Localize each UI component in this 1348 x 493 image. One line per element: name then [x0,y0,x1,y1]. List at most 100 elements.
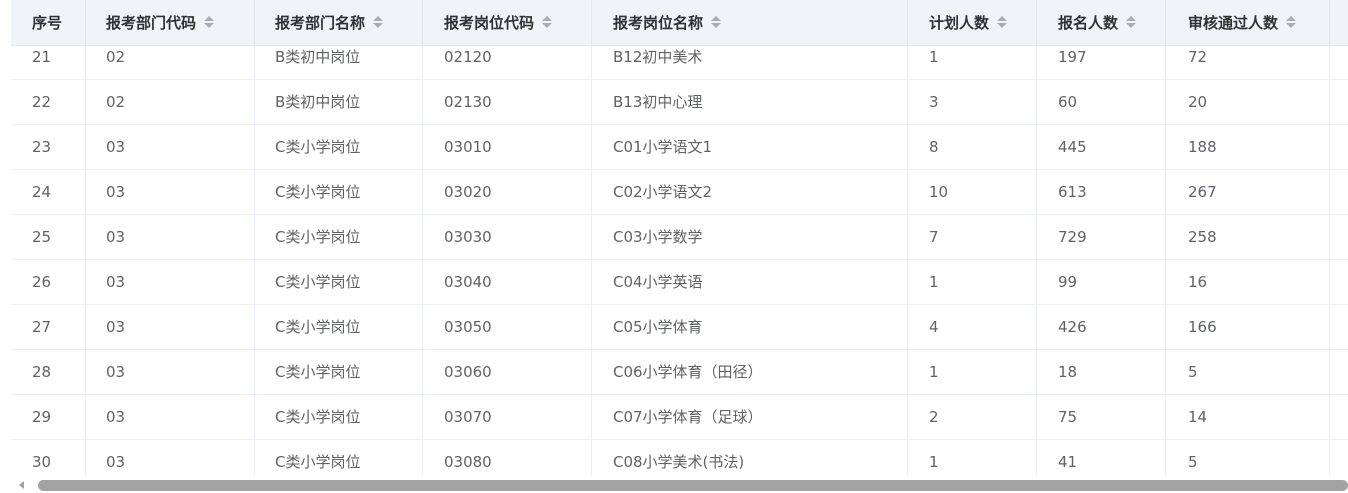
cell-extra [1330,215,1348,259]
sort-caret-icon[interactable] [711,15,722,29]
cell-applicants: 729 [1037,215,1166,259]
cell-dept-name: C类小学岗位 [255,440,423,476]
table-body: 21 02 B类初中岗位 02120 B12初中美术 1 197 72 22 02 B类初中岗位 02… [11,35,1348,476]
table-row[interactable]: 27 03 C类小学岗位 03050 C05小学体育 4 426 166 [11,305,1348,350]
cell-approved: 267 [1166,170,1330,214]
header-label: 计划人数 [929,14,990,32]
table-row[interactable]: 23 03 C类小学岗位 03010 C01小学语文1 8 445 188 [11,125,1348,170]
cell-post-name: C08小学美术(书法) [592,440,908,476]
horizontal-scrollbar[interactable] [11,477,1348,493]
cell-approved: 14 [1166,395,1330,439]
cell-post-name: C04小学英语 [592,260,908,304]
cell-index: 27 [11,305,86,349]
cell-extra [1330,350,1348,394]
cell-extra [1330,260,1348,304]
scroll-thumb[interactable] [38,480,1348,491]
cell-index: 28 [11,350,86,394]
sort-caret-icon[interactable] [1126,15,1137,29]
cell-post-code: 03020 [423,170,592,214]
cell-dept-code: 03 [86,260,255,304]
cell-extra [1330,305,1348,349]
header-dept-code[interactable]: 报考部门代码 [86,0,255,46]
cell-planned: 1 [908,260,1037,304]
header-label: 报考岗位名称 [613,14,704,32]
header-label: 报考部门名称 [275,14,366,32]
cell-dept-name: C类小学岗位 [255,260,423,304]
table-row[interactable]: 29 03 C类小学岗位 03070 C07小学体育（足球） 2 75 14 [11,395,1348,440]
cell-dept-code: 03 [86,125,255,169]
cell-post-name: C05小学体育 [592,305,908,349]
cell-extra [1330,125,1348,169]
cell-applicants: 445 [1037,125,1166,169]
header-extra-column [1330,0,1348,46]
cell-index: 23 [11,125,86,169]
table-row[interactable]: 28 03 C类小学岗位 03060 C06小学体育（田径） 1 18 5 [11,350,1348,395]
header-label: 序号 [32,14,63,32]
table-row[interactable]: 26 03 C类小学岗位 03040 C04小学英语 1 99 16 [11,260,1348,305]
cell-planned: 2 [908,395,1037,439]
header-label: 报考岗位代码 [444,14,535,32]
sort-caret-icon[interactable] [204,15,215,29]
sort-caret-icon[interactable] [1286,15,1297,29]
cell-extra [1330,395,1348,439]
cell-extra [1330,170,1348,214]
table-row[interactable]: 25 03 C类小学岗位 03030 C03小学数学 7 729 258 [11,215,1348,260]
header-post-code[interactable]: 报考岗位代码 [423,0,592,46]
cell-post-code: 03040 [423,260,592,304]
cell-post-name: C03小学数学 [592,215,908,259]
cell-approved: 5 [1166,440,1330,476]
cell-post-code: 02130 [423,80,592,124]
cell-post-code: 03030 [423,215,592,259]
table-row[interactable]: 22 02 B类初中岗位 02130 B13初中心理 3 60 20 [11,80,1348,125]
scroll-left-arrow-icon[interactable] [19,481,24,489]
header-index[interactable]: 序号 [11,0,86,46]
header-planned[interactable]: 计划人数 [908,0,1037,46]
sort-caret-icon[interactable] [997,15,1008,29]
cell-post-name: C07小学体育（足球） [592,395,908,439]
cell-planned: 1 [908,350,1037,394]
sort-caret-icon[interactable] [373,15,384,29]
cell-post-code: 03050 [423,305,592,349]
header-post-name[interactable]: 报考岗位名称 [592,0,908,46]
cell-dept-code: 03 [86,215,255,259]
cell-applicants: 75 [1037,395,1166,439]
cell-planned: 8 [908,125,1037,169]
cell-approved: 5 [1166,350,1330,394]
cell-index: 25 [11,215,86,259]
header-label: 报考部门代码 [106,14,197,32]
cell-dept-name: C类小学岗位 [255,305,423,349]
cell-index: 29 [11,395,86,439]
cell-dept-code: 03 [86,170,255,214]
cell-post-code: 03010 [423,125,592,169]
data-table: 序号 报考部门代码 报考部门名称 报考岗位代码 报考岗位名称 计划人数 报名人数… [11,0,1348,476]
cell-dept-name: C类小学岗位 [255,170,423,214]
cell-dept-name: C类小学岗位 [255,125,423,169]
cell-dept-code: 03 [86,350,255,394]
cell-approved: 258 [1166,215,1330,259]
cell-applicants: 426 [1037,305,1166,349]
cell-post-name: C06小学体育（田径） [592,350,908,394]
cell-dept-code: 03 [86,440,255,476]
cell-approved: 16 [1166,260,1330,304]
cell-planned: 1 [908,440,1037,476]
table-header: 序号 报考部门代码 报考部门名称 报考岗位代码 报考岗位名称 计划人数 报名人数… [11,0,1348,46]
cell-approved: 166 [1166,305,1330,349]
table-row[interactable]: 30 03 C类小学岗位 03080 C08小学美术(书法) 1 41 5 [11,440,1348,476]
header-approved[interactable]: 审核通过人数 [1166,0,1330,46]
cell-planned: 10 [908,170,1037,214]
header-dept-name[interactable]: 报考部门名称 [255,0,423,46]
cell-extra [1330,440,1348,476]
sort-caret-icon[interactable] [542,15,553,29]
header-label: 报名人数 [1058,14,1119,32]
cell-approved: 20 [1166,80,1330,124]
cell-index: 30 [11,440,86,476]
cell-index: 22 [11,80,86,124]
cell-post-code: 03060 [423,350,592,394]
cell-planned: 7 [908,215,1037,259]
cell-applicants: 613 [1037,170,1166,214]
table-row[interactable]: 24 03 C类小学岗位 03020 C02小学语文2 10 613 267 [11,170,1348,215]
cell-dept-name: B类初中岗位 [255,80,423,124]
cell-dept-code: 03 [86,305,255,349]
header-applicants[interactable]: 报名人数 [1037,0,1166,46]
cell-extra [1330,80,1348,124]
